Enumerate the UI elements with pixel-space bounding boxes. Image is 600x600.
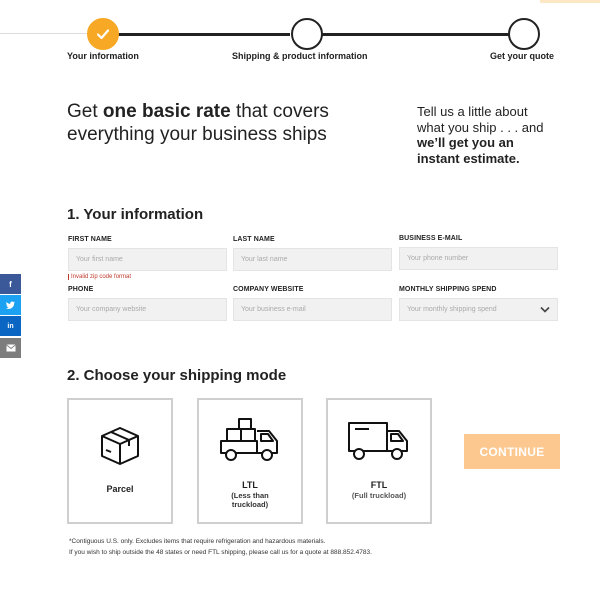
- company-website-label: COMPANY WEBSITE: [233, 286, 304, 293]
- ftl-truck-icon: [348, 422, 408, 460]
- checkmark-icon: [96, 29, 110, 40]
- ltl-sub-line2: truckload): [231, 500, 269, 509]
- ltl-label: LTL: [242, 480, 258, 490]
- monthly-spend-placeholder: Your monthly shipping spend: [407, 306, 497, 313]
- phone-group: PHONE Your company website: [68, 286, 227, 321]
- linkedin-icon: in: [7, 322, 14, 330]
- phone-placeholder: Your company website: [76, 306, 147, 313]
- hero-side-line2: what you ship . . . and: [417, 119, 544, 135]
- first-name-error: Invalid zip code format: [68, 274, 227, 280]
- monthly-spend-label: MONTHLY SHIPPING SPEND: [399, 286, 497, 293]
- ftl-label: FTL: [370, 480, 388, 490]
- hero-side-text: Tell us a little about what you ship . .…: [417, 104, 567, 166]
- company-website-input[interactable]: Your business e-mail: [233, 298, 392, 321]
- hero-line2: everything your business ships: [67, 124, 327, 145]
- first-name-label: FIRST NAME: [68, 236, 112, 243]
- step-1-complete-circle: [87, 18, 119, 50]
- hero-headline: Get one basic rate that covers everythin…: [67, 100, 397, 146]
- hero-side-bold2: instant estimate.: [417, 150, 520, 166]
- facebook-share-button[interactable]: f: [0, 274, 21, 294]
- hero-line1-pre: Get: [67, 101, 103, 122]
- ltl-truck-icon: [220, 418, 278, 461]
- hero-side-line1: Tell us a little about: [417, 104, 528, 119]
- twitter-icon: [6, 301, 15, 309]
- step-2-circle: [291, 18, 323, 50]
- last-name-input[interactable]: Your last name: [233, 248, 392, 271]
- parcel-label: Parcel: [106, 484, 134, 494]
- business-email-group: BUSINESS E-MAIL Your phone number: [399, 235, 558, 270]
- footnote-contact: If you wish to ship outside the 48 state…: [69, 549, 372, 556]
- step-2-label: Shipping & product information: [232, 51, 368, 61]
- hero-line1-bold: one basic rate: [102, 101, 231, 122]
- company-website-group: COMPANY WEBSITE Your business e-mail: [233, 286, 392, 321]
- ftl-sub-line1: (Full truckload): [351, 491, 407, 500]
- shipping-mode-ltl-card[interactable]: LTL (Less than truckload): [197, 398, 303, 524]
- linkedin-share-button[interactable]: in: [0, 316, 21, 336]
- shipping-mode-ftl-card[interactable]: FTL (Full truckload): [326, 398, 432, 524]
- business-email-label: BUSINESS E-MAIL: [399, 235, 463, 242]
- step-3-circle: [508, 18, 540, 50]
- shipping-mode-parcel-card[interactable]: Parcel: [67, 398, 173, 524]
- facebook-icon: f: [9, 279, 12, 289]
- stepper-connector-2: [322, 33, 510, 36]
- twitter-share-button[interactable]: [0, 295, 21, 315]
- hero-side-bold1: we’ll get you an: [417, 135, 514, 150]
- first-name-input[interactable]: Your first name: [68, 248, 227, 271]
- last-name-placeholder: Your last name: [241, 256, 288, 263]
- step-3-label: Get your quote: [490, 51, 555, 61]
- chevron-down-icon: [540, 306, 550, 313]
- parcel-box-icon: [101, 427, 139, 465]
- email-share-button[interactable]: [0, 338, 21, 358]
- section-title-your-information: 1. Your information: [67, 206, 204, 223]
- stepper-connector-1: [118, 33, 290, 36]
- email-icon: [5, 344, 16, 352]
- phone-label: PHONE: [68, 286, 94, 293]
- phone-input[interactable]: Your company website: [68, 298, 227, 321]
- hero-line1-post: that covers: [230, 101, 329, 122]
- company-website-placeholder: Your business e-mail: [241, 306, 306, 313]
- last-name-label: LAST NAME: [233, 236, 275, 243]
- monthly-spend-select[interactable]: Your monthly shipping spend: [399, 298, 558, 321]
- monthly-spend-group: MONTHLY SHIPPING SPEND Your monthly ship…: [399, 286, 558, 321]
- first-name-group: FIRST NAME Your first name Invalid zip c…: [68, 236, 227, 280]
- progress-stepper: Your information Shipping & product info…: [0, 0, 600, 70]
- last-name-group: LAST NAME Your last name: [233, 236, 392, 271]
- first-name-placeholder: Your first name: [76, 256, 123, 263]
- section-title-shipping-mode: 2. Choose your shipping mode: [67, 367, 287, 384]
- continue-button[interactable]: CONTINUE: [464, 434, 560, 469]
- step-1-label: Your information: [67, 51, 139, 61]
- ltl-sub-line1: (Less than: [231, 491, 269, 500]
- business-email-input[interactable]: Your phone number: [399, 247, 558, 270]
- stepper-lead-line: [0, 33, 88, 34]
- business-email-placeholder: Your phone number: [407, 255, 469, 262]
- footnote-contiguous: *Contiguous U.S. only. Excludes items th…: [69, 538, 326, 545]
